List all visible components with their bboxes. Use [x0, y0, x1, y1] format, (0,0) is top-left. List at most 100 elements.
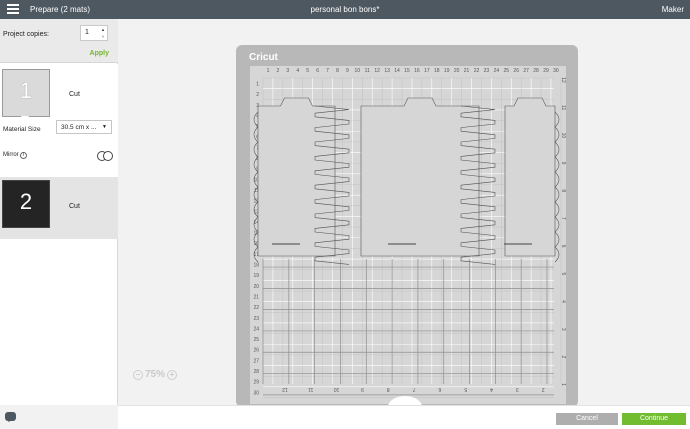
left-ruler-label: 23: [253, 316, 259, 322]
top-ruler-label: 1: [267, 68, 270, 74]
left-ruler-label: 1: [256, 81, 259, 87]
project-copies-label: Project copies:: [3, 31, 49, 38]
scallop: [554, 231, 560, 248]
left-ruler-label: 27: [253, 358, 259, 364]
scallop: [554, 246, 560, 263]
zoom-level: 75%: [145, 369, 166, 380]
stepper-up-icon[interactable]: ▲: [101, 27, 105, 32]
top-ruler-label: 9: [346, 68, 349, 74]
mats-sidebar: Project copies: 1 ▲ ▼ Apply 1 Cut Materi…: [0, 19, 118, 405]
bottom-ruler-label: 11: [308, 386, 313, 392]
top-ruler-label: 17: [424, 68, 430, 74]
bottom-ruler-label: 5: [464, 386, 467, 392]
mat-2-label: Cut: [69, 203, 80, 210]
mat-grid: 1 2 3 4 5 6 7 8 9 10 11 12 13 14 15 16 17 18 19 20 21 22 23 24 2…: [250, 66, 566, 404]
scallop: [554, 141, 560, 158]
project-copies-panel: Project copies: 1 ▲ ▼ Apply: [0, 19, 118, 63]
top-ruler-label: 22: [474, 68, 480, 74]
right-ruler-label: 2: [560, 356, 566, 359]
cut-panel: [504, 97, 556, 257]
top-ruler-label: 11: [365, 68, 370, 74]
material-size-value: 30.5 cm x ...: [61, 124, 97, 131]
right-ruler-label: 12: [560, 77, 566, 83]
bottom-ruler-label: 7: [412, 386, 415, 392]
top-ruler-label: 30: [553, 68, 559, 74]
left-ruler-label: 30: [253, 390, 259, 396]
cut-panel: [257, 97, 336, 257]
right-ruler-label: 8: [560, 189, 566, 192]
bottom-ruler-label: 4: [490, 386, 493, 392]
top-ruler-label: 5: [306, 68, 309, 74]
project-name: personal bon bons*: [310, 5, 380, 14]
bottom-ruler-label: 2: [542, 386, 545, 392]
top-ruler-label: 10: [355, 68, 361, 74]
left-ruler-label: 2: [256, 92, 259, 98]
top-ruler-label: 21: [464, 68, 470, 74]
mat-1-thumbnail[interactable]: 1: [2, 69, 50, 118]
top-ruler-label: 14: [394, 68, 400, 74]
bottom-ruler-label: 6: [438, 386, 441, 392]
right-ruler-label: 4: [560, 300, 566, 303]
machine-selector[interactable]: Maker: [662, 5, 684, 14]
top-ruler-label: 28: [533, 68, 539, 74]
bottom-ruler-label: 10: [334, 386, 340, 392]
mat-2-number: 2: [19, 189, 33, 214]
mat-grid-svg: 1 2 3 4 5 6 7 8 9 10 11 12 13 14 15 16 17 18 19 20 21 22 23 24 2…: [253, 68, 566, 398]
top-ruler-label: 27: [523, 68, 529, 74]
mat-card-2[interactable]: 2 Cut: [0, 177, 118, 239]
right-ruler-label: 3: [560, 328, 566, 331]
top-ruler-label: 16: [414, 68, 420, 74]
top-ruler-label: 29: [543, 68, 549, 74]
scallop: [554, 186, 560, 203]
left-ruler-label: 29: [253, 380, 259, 386]
right-ruler-label: 7: [560, 217, 566, 220]
left-ruler-label: 24: [253, 326, 259, 332]
page-title: Prepare (2 mats): [30, 5, 91, 14]
mat-1-number: 1: [19, 78, 33, 103]
top-ruler-label: 7: [326, 68, 329, 74]
mirror-label-row: Mirror i: [3, 152, 27, 159]
right-ruler-label: 11: [560, 105, 566, 110]
top-ruler-label: 12: [374, 68, 380, 74]
stepper-down-icon[interactable]: ▼: [101, 34, 105, 39]
bottom-ruler-label: 12: [282, 386, 288, 392]
continue-button[interactable]: Continue: [622, 413, 686, 425]
top-ruler-label: 19: [444, 68, 450, 74]
material-size-select[interactable]: 30.5 cm x ... ▼: [56, 120, 112, 134]
bottom-bar: Cancel Continue: [118, 405, 690, 429]
mirror-toggle[interactable]: [97, 151, 113, 161]
scallop: [554, 156, 560, 173]
right-ruler-label: 5: [560, 272, 566, 275]
mat-card-1: 1 Cut Material Size 30.5 cm x ... ▼ Mirr…: [0, 64, 118, 177]
top-ruler-label: 26: [513, 68, 519, 74]
top-ruler-label: 4: [296, 68, 299, 74]
left-ruler-label: 26: [253, 348, 259, 354]
right-ruler-label: 10: [560, 133, 566, 139]
top-ruler-label: 6: [316, 68, 319, 74]
material-size-label: Material Size: [3, 126, 41, 133]
left-ruler-label: 22: [253, 305, 259, 311]
scallop: [554, 126, 560, 143]
zoom-minus-icon[interactable]: −: [133, 369, 143, 380]
left-ruler-label: 19: [253, 273, 259, 279]
apply-button[interactable]: Apply: [90, 50, 109, 57]
top-bar: Prepare (2 mats) personal bon bons* Make…: [0, 0, 690, 19]
top-ruler-label: 18: [434, 68, 440, 74]
menu-icon[interactable]: [7, 4, 19, 15]
info-icon[interactable]: i: [19, 152, 27, 159]
mat-2-thumbnail[interactable]: 2: [2, 180, 50, 228]
scallop: [554, 201, 560, 218]
zoom-plus-icon[interactable]: +: [167, 369, 178, 380]
cancel-button[interactable]: Cancel: [556, 413, 618, 425]
top-ruler-label: 25: [504, 68, 510, 74]
right-ruler-label: 6: [560, 245, 566, 248]
top-ruler-label: 13: [384, 68, 390, 74]
zoom-control: −75% +: [133, 369, 178, 382]
chat-icon[interactable]: [5, 412, 16, 422]
scallop: [554, 216, 560, 233]
top-ruler-label: 15: [404, 68, 410, 74]
top-ruler-label: 23: [484, 68, 490, 74]
project-copies-input[interactable]: 1 ▲ ▼: [80, 25, 108, 41]
top-ruler-label: 3: [286, 68, 289, 74]
bottom-ruler-label: 9: [361, 386, 364, 392]
